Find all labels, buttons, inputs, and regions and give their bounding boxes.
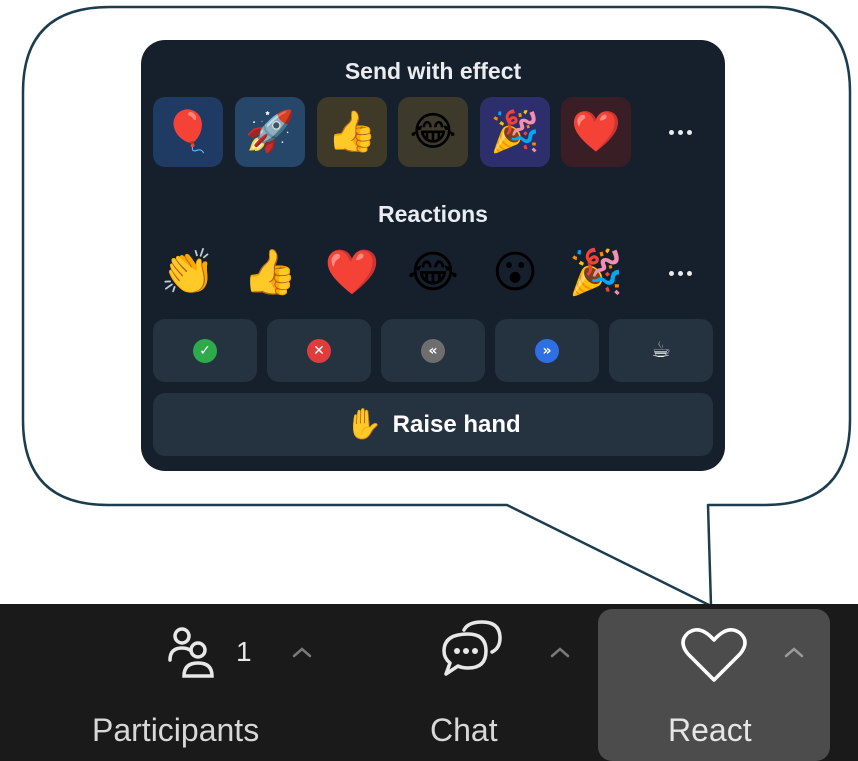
more-effects-button[interactable] (660, 117, 700, 147)
participants-count: 1 (236, 636, 252, 667)
reactions-popup: Send with effect Reactions ✋ Raise hand … (141, 40, 725, 471)
reaction-party-popper-button[interactable]: 🎉 (561, 243, 631, 303)
participants-label: Participants (92, 712, 260, 748)
more-reactions-button[interactable] (660, 258, 700, 288)
close-icon: ✕ (307, 338, 331, 363)
reaction-laughing-button[interactable]: 😂 (398, 243, 468, 303)
effect-laughing-button[interactable]: 😂 (398, 97, 468, 167)
effect-heart-button[interactable]: ❤️ (561, 97, 631, 167)
check-icon: ✓ (193, 338, 217, 363)
coffee-icon: ☕ (649, 338, 673, 363)
meeting-toolbar: 1 Participants Chat React (0, 604, 858, 761)
participants-caret-icon[interactable] (292, 646, 312, 658)
effect-thumbs-up-button[interactable]: 👍 (317, 97, 387, 167)
participants-button[interactable]: 1 Participants (80, 604, 330, 761)
rewind-icon: « (421, 338, 445, 363)
send-with-effect-title: Send with effect (344, 58, 522, 84)
chat-button[interactable]: Chat (410, 604, 590, 761)
reaction-clap-button[interactable]: 👏 (153, 243, 223, 303)
chat-label: Chat (430, 712, 498, 748)
status-slow-down-button[interactable]: « (381, 319, 485, 382)
effect-balloon-button[interactable]: 🎈 (153, 97, 223, 167)
participants-icon (168, 627, 214, 678)
chat-caret-icon[interactable] (550, 646, 570, 658)
reaction-surprised-button[interactable]: 😮 (480, 243, 550, 303)
raise-hand-button[interactable]: ✋ Raise hand (153, 393, 713, 456)
reaction-heart-button[interactable]: ❤️ (317, 243, 387, 303)
react-label: React (668, 712, 752, 748)
status-coffee-button[interactable]: ☕ (609, 319, 713, 382)
status-yes-button[interactable]: ✓ (153, 319, 257, 382)
reactions-title: Reactions (378, 201, 488, 227)
status-no-button[interactable]: ✕ (267, 319, 371, 382)
react-button[interactable]: React (598, 604, 830, 761)
raise-hand-label: Raise hand (392, 410, 521, 438)
reaction-thumbs-up-button[interactable]: 👍 (235, 243, 305, 303)
effect-party-popper-button[interactable]: 🎉 (480, 97, 550, 167)
react-caret-icon[interactable] (784, 646, 804, 658)
fast-forward-icon: » (535, 338, 559, 363)
status-speed-up-button[interactable]: » (495, 319, 599, 382)
chat-icon (442, 620, 502, 676)
effect-rocket-button[interactable]: 🚀 (235, 97, 305, 167)
raised-hand-icon: ✋ (345, 406, 383, 442)
heart-icon (681, 628, 747, 682)
